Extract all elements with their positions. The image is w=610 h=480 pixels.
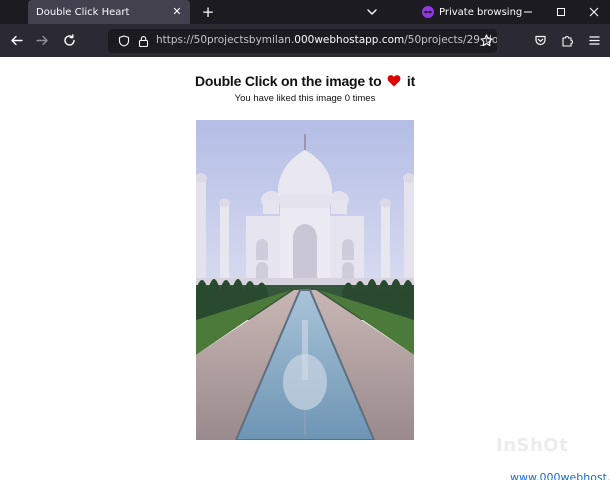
minimize-window-icon[interactable] — [520, 4, 536, 20]
heart-icon — [387, 75, 401, 87]
private-browsing-indicator: Private browsing — [422, 5, 522, 19]
webhost-footer-link[interactable]: www.000webhost.com — [510, 471, 610, 480]
like-prefix: You have liked this image — [234, 93, 343, 104]
url-text[interactable]: https://50projectsbymilan.000webhostapp.… — [156, 34, 497, 46]
like-counter-text: You have liked this image 0 times — [0, 93, 610, 104]
hamburger-menu-icon[interactable] — [588, 34, 601, 47]
reload-icon[interactable] — [63, 34, 76, 47]
heading-suffix: it — [406, 73, 416, 89]
tab-double-click-heart[interactable]: Double Click Heart ✕ — [28, 0, 190, 24]
heading-text: Double Click on the image to — [194, 73, 382, 89]
forward-arrow-icon[interactable] — [36, 34, 49, 47]
url-prefix: https://50projectsbymilan. — [156, 34, 295, 46]
page-content: Double Click on the image to it You have… — [0, 57, 610, 480]
taj-mahal-image[interactable] — [196, 120, 414, 440]
close-window-icon[interactable] — [586, 4, 602, 20]
private-browsing-label: Private browsing — [439, 6, 523, 18]
address-bar[interactable]: https://50projectsbymilan.000webhostapp.… — [108, 29, 497, 53]
tab-title: Double Click Heart — [36, 6, 130, 18]
back-arrow-icon[interactable] — [10, 34, 23, 47]
lock-icon[interactable] — [138, 35, 149, 47]
maximize-window-icon[interactable] — [553, 4, 569, 20]
navigation-toolbar: https://50projectsbymilan.000webhostapp.… — [0, 24, 610, 57]
url-host: 000webhostapp.com — [294, 34, 405, 46]
new-tab-button[interactable]: + — [200, 4, 216, 20]
list-all-tabs-icon[interactable] — [366, 6, 378, 18]
extensions-puzzle-icon[interactable] — [561, 34, 574, 47]
bookmark-star-icon[interactable] — [480, 34, 493, 47]
page-heading: Double Click on the image to it — [0, 73, 610, 89]
tracking-protection-shield-icon[interactable] — [118, 35, 130, 47]
tab-close-icon[interactable]: ✕ — [170, 5, 184, 19]
inshot-watermark: InShOt — [496, 435, 569, 456]
like-suffix: times — [352, 93, 376, 104]
pocket-icon[interactable] — [534, 34, 547, 47]
tab-bar: Double Click Heart ✕ + Private browsing — [0, 0, 610, 24]
like-count: 0 — [344, 93, 350, 104]
private-mask-icon — [422, 6, 434, 18]
